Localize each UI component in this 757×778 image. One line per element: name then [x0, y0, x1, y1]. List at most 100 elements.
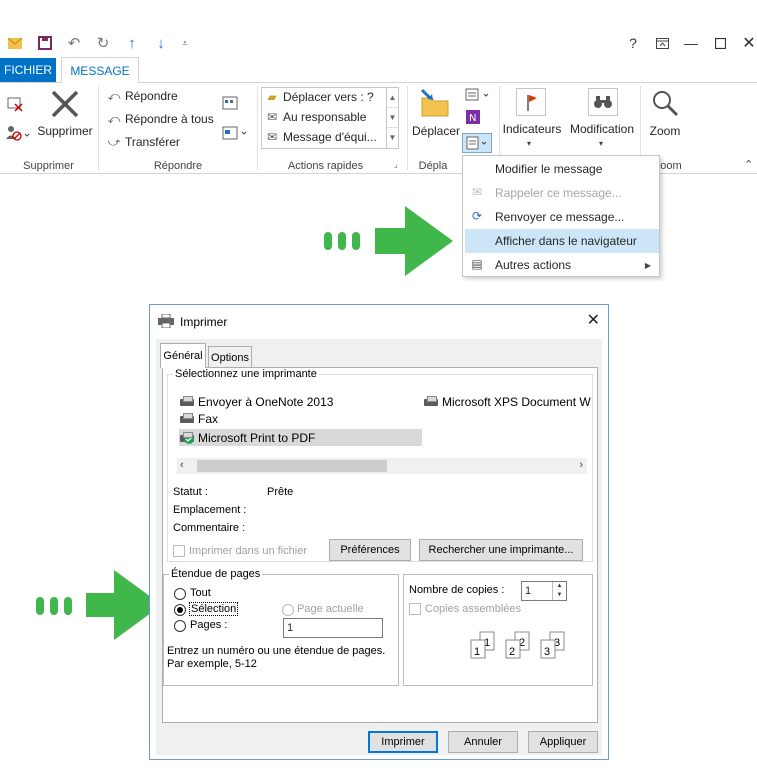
printer-item-pdf[interactable]: Microsoft Print to PDF [179, 429, 422, 446]
move-button[interactable]: Déplacer [410, 124, 462, 138]
copies-stepper[interactable]: ▲ ▼ [552, 582, 566, 600]
menu-item-modifier-message[interactable]: Modifier le message [463, 157, 659, 181]
range-hint-line1: Entrez un numéro ou une étendue de pages… [167, 645, 386, 657]
scroll-right-icon[interactable]: › [579, 459, 583, 471]
quick-steps-gallery: ▰ Déplacer vers : ? ✉ Au responsable ✉ M… [261, 87, 399, 149]
other-actions-icon: ▤ [471, 257, 483, 271]
status-label: Statut : [173, 486, 208, 498]
modification-button[interactable]: Modification [566, 122, 638, 136]
group-label-supprimer: Supprimer [23, 160, 74, 172]
quick-step-item[interactable]: ✉ Au responsable [265, 110, 366, 124]
reply-label: Répondre [125, 89, 178, 103]
group-label-repondre: Répondre [153, 160, 203, 172]
printer-icon [158, 313, 174, 331]
dialog-body: Général Options Sélectionnez une imprima… [156, 339, 602, 755]
reply-all-button[interactable]: ⤺ Répondre à tous [107, 112, 214, 126]
menu-item-autres-actions[interactable]: ▤ Autres actions ▶ [463, 253, 659, 277]
reply-button[interactable]: ⤺ Répondre [107, 89, 178, 103]
collate-label: Copies assemblées [425, 603, 521, 615]
separator [98, 86, 99, 170]
gallery-more-icon[interactable]: ▼ [387, 128, 398, 148]
tab-message[interactable]: MESSAGE [61, 57, 139, 83]
scroll-up-icon[interactable]: ▲ [387, 88, 398, 108]
move-folder-icon[interactable] [418, 88, 452, 121]
tab-options[interactable]: Options [208, 346, 252, 368]
save-icon[interactable] [36, 34, 54, 52]
svg-text:1: 1 [474, 646, 480, 658]
print-to-file-checkbox[interactable] [173, 545, 185, 557]
pages-input[interactable]: 1 [283, 618, 383, 638]
junk-icon[interactable] [5, 124, 31, 145]
print-button[interactable]: Imprimer [368, 731, 438, 753]
quick-step-item[interactable]: ▰ Déplacer vers : ? [265, 90, 373, 104]
fax-icon [179, 413, 195, 425]
indicators-button[interactable]: Indicateurs [500, 122, 564, 136]
tab-fichier[interactable]: FICHIER [0, 58, 56, 82]
flag-icon[interactable] [516, 88, 546, 116]
dialog-launcher-icon[interactable]: ⌟ [394, 160, 398, 169]
move-to-icon: ▰ [267, 90, 277, 104]
group-label-actions-rapides: Actions rapides [287, 160, 364, 172]
range-pages-radio[interactable] [174, 620, 186, 632]
customize-qat-icon[interactable]: ⩡ [176, 34, 194, 52]
location-label: Emplacement : [173, 504, 247, 516]
printer-item-onenote[interactable]: Envoyer à OneNote 2013 [179, 395, 333, 409]
help-button[interactable]: ? [624, 34, 642, 52]
ignore-icon[interactable] [6, 96, 24, 115]
scroll-left-icon[interactable]: ‹ [180, 459, 184, 471]
range-all-label: Tout [190, 587, 211, 599]
general-panel: Sélectionnez une imprimante Envoyer à On… [162, 367, 598, 723]
range-hint-line2: Par exemple, 5-12 [167, 658, 257, 670]
scrollbar-thumb[interactable] [197, 460, 387, 472]
meeting-reply-icon[interactable] [222, 96, 238, 113]
menu-item-afficher-navigateur[interactable]: Afficher dans le navigateur [465, 229, 659, 253]
delete-button[interactable]: Supprimer [37, 124, 93, 138]
print-to-file-label: Imprimer dans un fichier [189, 545, 307, 557]
cancel-button[interactable]: Annuler [448, 731, 518, 753]
delete-icon[interactable] [49, 88, 81, 123]
printer-item-xps[interactable]: Microsoft XPS Document W [423, 395, 591, 409]
zoom-button[interactable]: Zoom [644, 124, 686, 138]
more-reply-icon[interactable] [222, 126, 250, 143]
menu-item-rappeler-message: ✉ Rappeler ce message... [463, 181, 659, 205]
actions-dropdown-menu: Modifier le message ✉ Rappeler ce messag… [462, 155, 660, 277]
onenote-icon[interactable]: N [466, 110, 480, 127]
copies-label: Nombre de copies : [409, 584, 505, 596]
quick-step-item[interactable]: ✉ Message d'équi... [265, 130, 377, 144]
minimize-icon[interactable]: — [682, 34, 700, 52]
scroll-down-icon[interactable]: ▼ [387, 108, 398, 128]
printer-list-scrollbar[interactable]: ‹ › [177, 458, 587, 474]
maximize-icon[interactable] [711, 34, 729, 52]
redo-icon[interactable]: ↻ [94, 34, 112, 52]
close-window-icon[interactable]: ✕ [740, 34, 757, 52]
rules-icon[interactable] [465, 88, 493, 105]
svg-text:N: N [469, 113, 476, 124]
comment-label: Commentaire : [173, 522, 246, 534]
range-all-radio[interactable] [174, 588, 186, 600]
mail-icon[interactable] [6, 34, 24, 52]
range-pages-label: Pages : [190, 619, 228, 631]
menu-item-renvoyer-message[interactable]: ⟳ Renvoyer ce message... [463, 205, 659, 229]
collapse-ribbon-icon[interactable]: ⌃ [744, 158, 753, 171]
zoom-icon[interactable] [650, 88, 680, 121]
find-printer-button[interactable]: Rechercher une imprimante... [419, 539, 583, 561]
undo-icon[interactable]: ↶ [65, 34, 83, 52]
preferences-button[interactable]: Préférences [329, 539, 411, 561]
range-selection-label: Sélection [189, 602, 239, 616]
tab-general[interactable]: Général [160, 343, 206, 368]
actions-button[interactable] [462, 133, 492, 153]
range-selection-radio[interactable] [174, 604, 186, 616]
gallery-scroll[interactable]: ▲ ▼ ▼ [386, 88, 398, 148]
ribbon-display-icon[interactable] [653, 34, 671, 52]
close-icon[interactable]: ✕ [587, 310, 600, 330]
previous-item-icon[interactable]: ↑ [123, 34, 141, 52]
collate-checkbox [409, 603, 421, 615]
separator [257, 86, 258, 170]
forward-label: Transférer [125, 135, 180, 149]
printer-item-fax[interactable]: Fax [179, 412, 218, 426]
forward-button[interactable]: ⤻ Transférer [107, 135, 180, 149]
apply-button[interactable]: Appliquer [528, 731, 598, 753]
forward-icon: ⤻ [107, 135, 121, 149]
find-binoculars-icon[interactable] [588, 88, 618, 116]
next-item-icon[interactable]: ↓ [152, 34, 170, 52]
